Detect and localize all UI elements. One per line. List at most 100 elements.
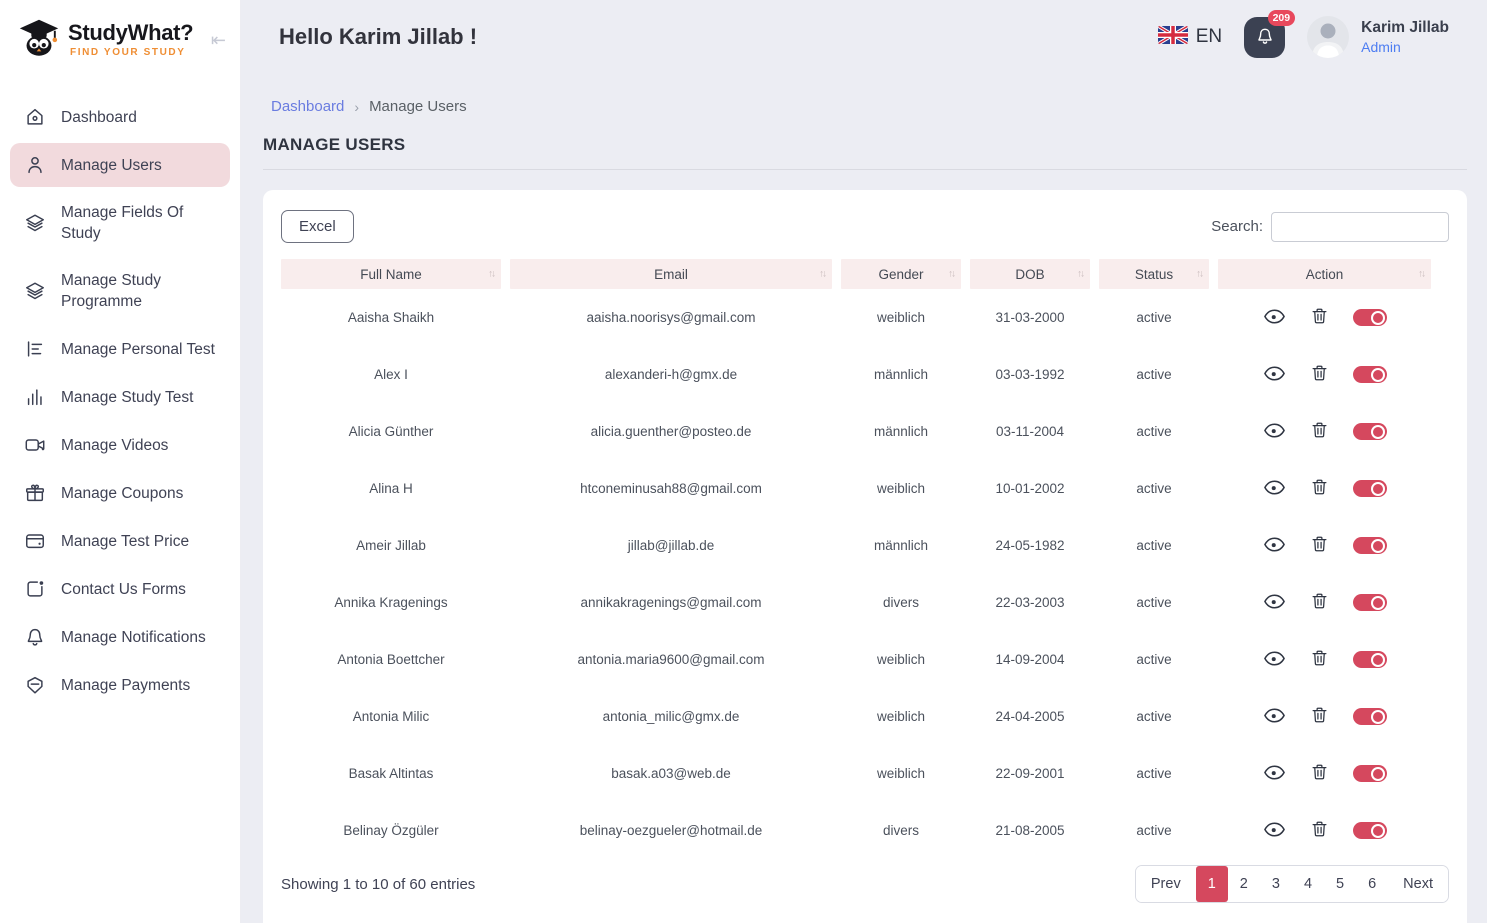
view-user-button[interactable] (1263, 305, 1286, 331)
active-status-toggle[interactable] (1353, 366, 1387, 383)
sidebar-item-manage-fields-of-study[interactable]: Manage Fields Of Study (10, 191, 230, 255)
cell-email: alexanderi-h@gmx.de (510, 346, 832, 403)
uk-flag-icon (1158, 26, 1188, 49)
user-menu[interactable]: Karim Jillab Admin (1307, 16, 1449, 58)
active-status-toggle[interactable] (1353, 480, 1387, 497)
sidebar-item-manage-personal-test[interactable]: Manage Personal Test (10, 327, 230, 371)
delete-user-button[interactable] (1310, 648, 1329, 671)
excel-export-button[interactable]: Excel (281, 210, 354, 243)
cell-gender: weiblich (841, 289, 961, 346)
pagination-page-button[interactable]: 6 (1356, 866, 1388, 902)
cell-dob: 24-04-2005 (970, 688, 1090, 745)
active-status-toggle[interactable] (1353, 594, 1387, 611)
active-status-toggle[interactable] (1353, 537, 1387, 554)
breadcrumb-dashboard-link[interactable]: Dashboard (271, 98, 344, 115)
eye-icon (1263, 818, 1286, 844)
active-status-toggle[interactable] (1353, 651, 1387, 668)
search-input[interactable] (1271, 212, 1449, 242)
column-header-action[interactable]: Action↑↓ (1218, 259, 1431, 289)
pagination-page-button[interactable]: 4 (1292, 866, 1324, 902)
pagination-page-button[interactable]: 5 (1324, 866, 1356, 902)
sidebar-item-manage-test-price[interactable]: Manage Test Price (10, 519, 230, 563)
active-status-toggle[interactable] (1353, 423, 1387, 440)
delete-user-button[interactable] (1310, 591, 1329, 614)
layers-icon (24, 280, 46, 302)
view-user-button[interactable] (1263, 590, 1286, 616)
poll-list-icon (24, 338, 46, 360)
pagination-page-button[interactable]: 1 (1196, 866, 1228, 902)
sidebar-item-dashboard[interactable]: Dashboard (10, 95, 230, 139)
delete-user-button[interactable] (1310, 306, 1329, 329)
view-user-button[interactable] (1263, 647, 1286, 673)
delete-user-button[interactable] (1310, 534, 1329, 557)
pagination-prev-button[interactable]: Prev (1136, 866, 1196, 902)
cell-full-name: Alina H (281, 460, 501, 517)
cell-email: antonia.maria9600@gmail.com (510, 631, 832, 688)
delete-user-button[interactable] (1310, 762, 1329, 785)
table-row: Alina H htconeminusah88@gmail.com weibli… (281, 460, 1431, 517)
delete-user-button[interactable] (1310, 477, 1329, 500)
delete-user-button[interactable] (1310, 819, 1329, 842)
sidebar-item-manage-notifications[interactable]: Manage Notifications (10, 615, 230, 659)
column-header-email[interactable]: Email↑↓ (510, 259, 832, 289)
view-user-button[interactable] (1263, 761, 1286, 787)
sidebar-item-manage-study-test[interactable]: Manage Study Test (10, 375, 230, 419)
toggle-knob-icon (1371, 368, 1385, 382)
active-status-toggle[interactable] (1353, 765, 1387, 782)
cell-status: active (1099, 460, 1209, 517)
sidebar-collapse-icon[interactable]: ⇤ (211, 31, 226, 49)
language-switcher[interactable]: EN (1158, 26, 1222, 49)
toggle-knob-icon (1371, 653, 1385, 667)
user-role: Admin (1361, 39, 1449, 55)
view-user-button[interactable] (1263, 704, 1286, 730)
column-header-status[interactable]: Status↑↓ (1099, 259, 1209, 289)
column-header-dob[interactable]: DOB↑↓ (970, 259, 1090, 289)
trash-icon (1310, 477, 1329, 500)
cell-full-name: Antonia Boettcher (281, 631, 501, 688)
cell-dob: 22-03-2003 (970, 574, 1090, 631)
delete-user-button[interactable] (1310, 363, 1329, 386)
delete-user-button[interactable] (1310, 420, 1329, 443)
active-status-toggle[interactable] (1353, 708, 1387, 725)
sidebar-item-manage-users[interactable]: Manage Users (10, 143, 230, 187)
brand-logo[interactable]: StudyWhat? FIND YOUR STUDY (16, 14, 193, 65)
active-status-toggle[interactable] (1353, 309, 1387, 326)
trash-icon (1310, 363, 1329, 386)
view-user-button[interactable] (1263, 818, 1286, 844)
active-status-toggle[interactable] (1353, 822, 1387, 839)
sidebar-item-contact-us-forms[interactable]: Contact Us Forms (10, 567, 230, 611)
sidebar-item-manage-payments[interactable]: Manage Payments (10, 663, 230, 707)
sidebar-item-label: Contact Us Forms (61, 579, 186, 600)
user-name: Karim Jillab (1361, 19, 1449, 37)
cell-action (1218, 517, 1431, 574)
view-user-button[interactable] (1263, 533, 1286, 559)
sidebar-item-manage-videos[interactable]: Manage Videos (10, 423, 230, 467)
eye-icon (1263, 704, 1286, 730)
eye-icon (1263, 476, 1286, 502)
form-icon (24, 578, 46, 600)
view-user-button[interactable] (1263, 362, 1286, 388)
greeting-text: Hello Karim Jillab ! (279, 24, 477, 50)
view-user-button[interactable] (1263, 476, 1286, 502)
sidebar-item-label: Manage Notifications (61, 627, 206, 648)
user-icon (24, 154, 46, 176)
table-row: Alex I alexanderi-h@gmx.de männlich 03-0… (281, 346, 1431, 403)
breadcrumb: Dashboard › Manage Users (241, 64, 1487, 115)
view-user-button[interactable] (1263, 419, 1286, 445)
cell-full-name: Basak Altintas (281, 745, 501, 802)
pagination-page-button[interactable]: 3 (1260, 866, 1292, 902)
column-header-full-name[interactable]: Full Name↑↓ (281, 259, 501, 289)
sidebar-item-manage-coupons[interactable]: Manage Coupons (10, 471, 230, 515)
table-row: Basak Altintas basak.a03@web.de weiblich… (281, 745, 1431, 802)
table-row: Ameir Jillab jillab@jillab.de männlich 2… (281, 517, 1431, 574)
topbar: Hello Karim Jillab ! EN (241, 0, 1487, 64)
pagination-page-button[interactable]: 2 (1228, 866, 1260, 902)
toggle-knob-icon (1371, 767, 1385, 781)
pagination-next-button[interactable]: Next (1388, 866, 1448, 902)
cell-status: active (1099, 517, 1209, 574)
sidebar-item-manage-study-programme[interactable]: Manage Study Programme (10, 259, 230, 323)
delete-user-button[interactable] (1310, 705, 1329, 728)
column-header-gender[interactable]: Gender↑↓ (841, 259, 961, 289)
owl-graduate-logo-icon (16, 14, 62, 65)
cell-status: active (1099, 574, 1209, 631)
